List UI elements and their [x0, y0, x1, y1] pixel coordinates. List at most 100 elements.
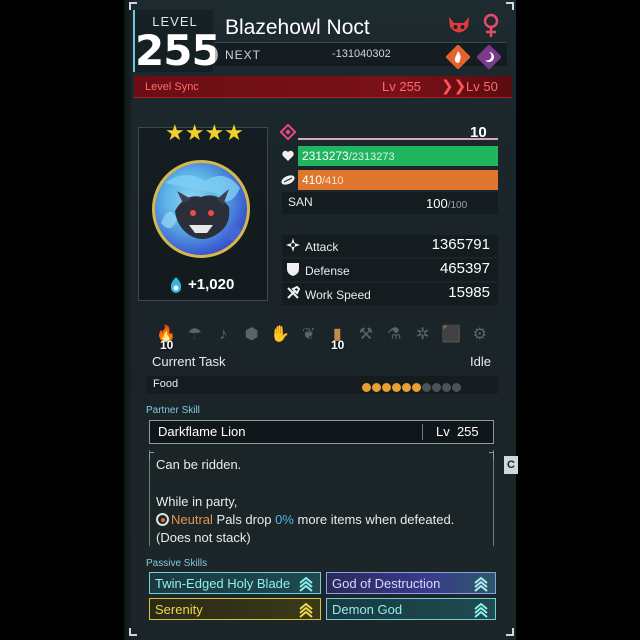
san-max: /100: [447, 200, 468, 211]
food-row: Food: [146, 376, 498, 394]
passive-skill-serenity[interactable]: Serenity: [149, 598, 321, 620]
rank-up-3-icon: [474, 602, 488, 618]
san-value: 100: [426, 196, 448, 211]
level-sync-bar: Level Sync Lv 255 ❯❯ Lv 50: [134, 76, 512, 98]
passive-skill-name: Twin-Edged Holy Blade: [155, 576, 291, 591]
defense-icon: [286, 262, 300, 276]
frame-corner: [129, 628, 137, 636]
work-speed-label: Work Speed: [305, 288, 371, 302]
partner-skill-line-3: Neutral Pals drop 0% more items when def…: [156, 512, 454, 527]
passive-skill-demon-god[interactable]: Demon God: [326, 598, 496, 620]
planting-icon[interactable]: ♪: [209, 322, 238, 348]
farming-icon[interactable]: ⚙: [466, 322, 495, 348]
next-exp-value: -131040302: [332, 48, 391, 60]
generating-electricity-icon[interactable]: ⬢: [238, 322, 267, 348]
frame-corner: [506, 2, 514, 10]
food-filled-icon: [372, 383, 381, 393]
desc-bracket-left-top: [149, 452, 154, 460]
food-empty-icon: [432, 383, 441, 393]
food-label: Food: [153, 378, 179, 390]
food-empty-icon: [452, 383, 461, 393]
passive-skill-name: Serenity: [155, 602, 203, 617]
level-sync-label: Level Sync: [145, 81, 199, 93]
dark-element-icon: [476, 44, 502, 70]
rank-value: 10: [470, 124, 487, 141]
passive-skill-name: God of Destruction: [332, 576, 441, 591]
food-filled-icon: [402, 383, 411, 393]
food-filled-icon: [412, 383, 421, 393]
san-label: SAN: [288, 195, 313, 209]
frame-corner: [129, 2, 137, 10]
stamina-icon: [280, 173, 296, 187]
attack-label: Attack: [305, 240, 339, 254]
side-tab-button[interactable]: C: [504, 456, 518, 474]
passive-skill-twin-edged-holy-blade[interactable]: Twin-Edged Holy Blade: [149, 572, 321, 594]
desc-percent: 0%: [275, 512, 294, 527]
medicine-production-icon[interactable]: ⚗: [380, 322, 409, 348]
desc-bracket-right-top: [489, 452, 494, 460]
work-speed-value: 15985: [448, 284, 490, 301]
attack-icon: [286, 238, 300, 252]
rank-bar: [298, 138, 498, 140]
partner-skill-name: Darkflame Lion: [158, 424, 246, 439]
food-empty-icon: [422, 383, 431, 393]
partner-skill-title: Partner Skill: [146, 405, 200, 416]
frame-corner: [506, 628, 514, 636]
trust-icon: [166, 275, 186, 295]
pal-portrait: [152, 160, 250, 258]
level-sync-to: Lv 50: [466, 79, 498, 94]
gathering-icon[interactable]: ❦: [295, 322, 324, 348]
stamina-current: 410: [302, 173, 323, 187]
watering-icon[interactable]: ☂: [181, 322, 210, 348]
work-suitability-row: 🔥 10 ☂ ♪ ⬢ ✋ ❦ ▮ 10 ⚒ ⚗ ✲ ⬛ ⚙: [152, 322, 497, 352]
hp-max: /2313273: [348, 151, 395, 163]
female-gender-icon: [481, 13, 501, 39]
rank-icon: [279, 123, 297, 141]
mining-icon[interactable]: ⚒: [352, 322, 381, 348]
partner-skill-line-4: (Does not stack): [156, 530, 251, 545]
trust-value: +1,020: [188, 276, 235, 293]
level-number: 255: [135, 26, 221, 75]
food-filled-icon: [362, 383, 371, 393]
food-empty-icon: [442, 383, 451, 393]
rank-up-3-icon: [299, 602, 313, 618]
neutral-element-icon: [156, 513, 169, 526]
desc-mid-text: Pals drop: [212, 512, 276, 527]
partner-skill-level: Lv 255: [436, 424, 479, 439]
desc-end-text: more items when defeated.: [293, 512, 455, 527]
current-task-label: Current Task: [152, 354, 226, 369]
level-sync-from: Lv 255: [382, 79, 422, 94]
rank-up-3-icon: [474, 576, 488, 592]
stamina-max: /410: [322, 175, 344, 187]
condenser-stars: ★★★★: [165, 120, 244, 145]
heart-icon: [281, 149, 295, 163]
level-sync-arrow-icon: ❯❯: [441, 78, 467, 95]
partner-skill-level-divider: [422, 424, 423, 440]
food-filled-icon: [392, 383, 401, 393]
food-filled-icon: [382, 383, 391, 393]
cooling-icon[interactable]: ✲: [409, 322, 438, 348]
partner-skill-line-2: While in party,: [156, 494, 238, 509]
passive-skill-god-of-destruction[interactable]: God of Destruction: [326, 572, 496, 594]
current-task-row: Current Task Idle: [146, 352, 498, 372]
hp-current: 2313273: [302, 149, 349, 163]
current-task-value: Idle: [470, 354, 491, 369]
fire-element-icon: [445, 44, 471, 70]
kindling-icon[interactable]: 🔥 10: [152, 322, 181, 352]
partner-skill-name-box[interactable]: Darkflame Lion Lv 255: [149, 420, 494, 444]
hp-text: 2313273/2313273: [302, 149, 395, 163]
attack-value: 1365791: [431, 236, 490, 253]
partner-skill-line-1: Can be ridden.: [156, 457, 242, 472]
handiwork-icon[interactable]: ✋: [266, 322, 295, 348]
transporting-icon[interactable]: ⬛: [437, 322, 466, 348]
next-label: NEXT: [225, 48, 262, 62]
stamina-text: 410/410: [302, 173, 343, 187]
neutral-element-text: Neutral: [171, 512, 213, 527]
lumbering-icon[interactable]: ▮ 10: [323, 322, 352, 352]
defense-value: 465397: [439, 260, 490, 277]
rank-up-3-icon: [299, 576, 313, 592]
food-gauge: [362, 379, 462, 397]
passive-skill-name: Demon God: [332, 602, 403, 617]
work-speed-icon: [286, 285, 301, 300]
pal-name: Blazehowl Noct: [225, 16, 370, 39]
